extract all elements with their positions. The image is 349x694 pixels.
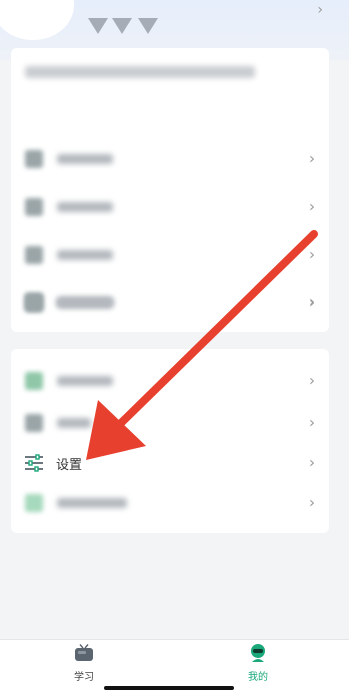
settings-label: 设置 [56, 457, 83, 473]
blurred-label [57, 250, 113, 260]
menu-card-secondary: › › 设置 › › [11, 349, 329, 533]
chevron-right-icon: › [309, 149, 315, 168]
menu-item[interactable]: › [11, 183, 329, 231]
chevron-right-icon: › [309, 197, 315, 216]
tv-icon [75, 644, 93, 661]
avatar[interactable] [0, 0, 74, 40]
chevron-right-icon: › [309, 245, 315, 264]
tab-study-label: 学习 [74, 672, 94, 683]
blurred-label [57, 418, 91, 428]
sliders-icon [25, 454, 43, 472]
chevron-right-icon: › [309, 493, 315, 512]
tab-study[interactable]: 学习 [54, 644, 114, 683]
chevron-right-icon: › [309, 292, 315, 311]
decor-triangle [88, 18, 108, 34]
blurred-icon [25, 150, 43, 168]
tab-mine[interactable]: 我的 [228, 644, 288, 683]
menu-item[interactable]: › [11, 479, 329, 527]
chevron-right-icon: › [309, 371, 315, 390]
blurred-label [57, 376, 113, 386]
chevron-right-icon[interactable]: › [317, 2, 323, 18]
blurred-icon [25, 246, 43, 264]
person-icon [251, 644, 265, 662]
blurred-icon [25, 494, 43, 512]
blurred-label [57, 154, 113, 164]
menu-item[interactable]: › [11, 278, 329, 326]
menu-item[interactable]: › [11, 231, 329, 279]
decor-triangle [112, 18, 132, 34]
blurred-icon [25, 293, 43, 311]
card-header-blurred [25, 66, 255, 78]
blurred-label [57, 297, 113, 307]
chevron-right-icon: › [309, 413, 315, 432]
home-indicator [104, 686, 234, 690]
menu-item[interactable]: › [11, 357, 329, 405]
blurred-icon [25, 372, 43, 390]
menu-item[interactable]: › [11, 135, 329, 183]
blurred-label [57, 202, 113, 212]
chevron-right-icon: › [309, 453, 315, 472]
blurred-icon [25, 414, 43, 432]
blurred-icon [25, 198, 43, 216]
decor-triangle [138, 18, 158, 34]
tab-mine-label: 我的 [248, 672, 268, 683]
blurred-label [57, 498, 127, 508]
